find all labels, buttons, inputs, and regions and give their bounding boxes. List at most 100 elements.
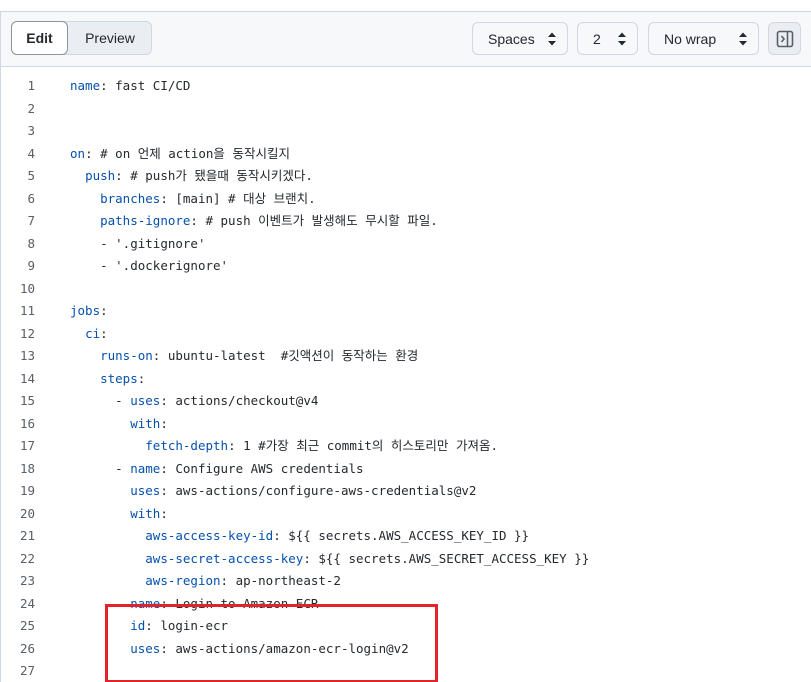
line-number: 16: [19, 415, 35, 431]
yaml-key: uses: [130, 640, 161, 656]
line-number: 10: [19, 280, 35, 296]
line-number: 24: [19, 595, 35, 611]
yaml-key: runs-on: [100, 348, 153, 363]
yaml-key: ci: [85, 325, 101, 341]
line-number: 8: [27, 235, 35, 251]
yaml-value: : # push 이벤트가 발생해도 무시할 파일.: [190, 213, 438, 228]
yaml-key: aws-region: [145, 573, 221, 588]
tab-edit[interactable]: Edit: [11, 21, 68, 55]
code-text: - name: Configure AWS credentials: [70, 458, 364, 480]
yaml-key: id: [130, 618, 146, 633]
code-text: aws-region: ap-northeast-2: [70, 570, 341, 592]
code-text: uses: aws-actions/amazon-ecr-login@v2: [70, 638, 408, 660]
line-number: 1: [27, 78, 35, 93]
line-number: 4: [27, 145, 35, 161]
line-number: 3: [27, 123, 35, 138]
select-caret-icon: [548, 32, 556, 46]
code-text: steps:: [70, 368, 145, 390]
yaml-value: : ap-northeast-2: [220, 573, 341, 588]
yaml-key: name: [130, 460, 161, 476]
yaml-value: - '.dockerignore': [100, 258, 229, 273]
code-text: with:: [70, 413, 168, 435]
yaml-key: with: [130, 415, 161, 431]
indent-size-select[interactable]: 2: [577, 22, 638, 55]
yaml-value: :: [160, 505, 168, 521]
editor-toolbar: Edit Preview Spaces 2 No wrap: [1, 12, 811, 67]
wrap-mode-select[interactable]: No wrap: [648, 22, 759, 55]
indent-mode-select[interactable]: Spaces: [472, 22, 568, 55]
code-indent: -: [70, 595, 131, 611]
yaml-value: : fast CI/CD: [100, 78, 191, 93]
code-editor[interactable]: 1 name: fast CI/CD 2 3 4 on: # on 언제 action을 …: [1, 67, 811, 682]
line-number: 26: [19, 640, 35, 656]
yaml-value: - '.gitignore': [100, 235, 206, 251]
yaml-key: fetch-depth: [145, 438, 229, 453]
yaml-value: : ${{ secrets.AWS_SECRET_ACCESS_KEY }}: [303, 550, 590, 566]
yaml-value: : ${{ secrets.AWS_ACCESS_KEY_ID }}: [273, 528, 530, 543]
yaml-value: : # on 언제 action을 동작시킬지: [85, 145, 290, 161]
yaml-key: name: [130, 595, 161, 611]
file-editor: Edit Preview Spaces 2 No wrap 1 name: fa…: [0, 11, 811, 682]
yaml-key: on: [70, 145, 86, 161]
code-text: - '.gitignore': [70, 233, 205, 255]
edit-preview-tabs: Edit Preview: [11, 21, 152, 55]
yaml-key: branches: [100, 190, 161, 206]
code-text: branches: [main] # 대상 브랜치.: [70, 188, 316, 210]
yaml-value: : ubuntu-latest #깃액션이 동작하는 환경: [152, 348, 419, 363]
line-number: 18: [19, 460, 35, 476]
line-number: 14: [19, 370, 35, 386]
code-text: with:: [70, 503, 168, 525]
line-number: 11: [19, 303, 35, 318]
tab-preview[interactable]: Preview: [68, 22, 152, 54]
yaml-key: push: [85, 168, 116, 183]
yaml-value: : actions/checkout@v4: [160, 393, 319, 408]
yaml-value: : 1 #가장 최근 commit의 히스토리만 가져옴.: [228, 438, 498, 453]
line-number: 17: [19, 438, 35, 453]
yaml-value: : Configure AWS credentials: [160, 460, 364, 476]
code-text: name: fast CI/CD: [70, 75, 190, 97]
toggle-sidebar-button[interactable]: [768, 22, 801, 55]
code-text: jobs:: [70, 300, 108, 322]
line-number: 19: [19, 483, 35, 498]
yaml-value: :: [100, 325, 108, 341]
code-indent: -: [70, 460, 131, 476]
code-text: id: login-ecr: [70, 615, 228, 637]
yaml-key: jobs: [70, 303, 101, 318]
yaml-value: : aws-actions/configure-aws-credentials@…: [160, 483, 477, 498]
yaml-key: steps: [100, 370, 138, 386]
yaml-value: : [main] # 대상 브랜치.: [160, 190, 316, 206]
yaml-key: paths-ignore: [100, 213, 191, 228]
sidebar-panel-icon: [776, 30, 793, 47]
line-number: 6: [27, 190, 35, 206]
code-text: aws-access-key-id: ${{ secrets.AWS_ACCES…: [70, 525, 529, 547]
code-text: aws-secret-access-key: ${{ secrets.AWS_S…: [70, 548, 589, 570]
code-text: uses: aws-actions/configure-aws-credenti…: [70, 480, 476, 502]
code-text: fetch-depth: 1 #가장 최근 commit의 히스토리만 가져옴.: [70, 435, 498, 457]
line-number: 9: [27, 258, 35, 273]
code-text: on: # on 언제 action을 동작시킬지: [70, 143, 290, 165]
yaml-key: aws-access-key-id: [145, 528, 274, 543]
line-number: 5: [27, 168, 35, 183]
yaml-key: with: [130, 505, 161, 521]
line-number: 2: [27, 100, 35, 116]
line-number: 15: [19, 393, 35, 408]
yaml-value: :: [100, 303, 108, 318]
code-text: runs-on: ubuntu-latest #깃액션이 동작하는 환경: [70, 345, 418, 367]
indent-size-value: 2: [593, 30, 601, 47]
yaml-key: uses: [130, 483, 161, 498]
line-number: 13: [19, 348, 35, 363]
line-number: 22: [19, 550, 35, 566]
